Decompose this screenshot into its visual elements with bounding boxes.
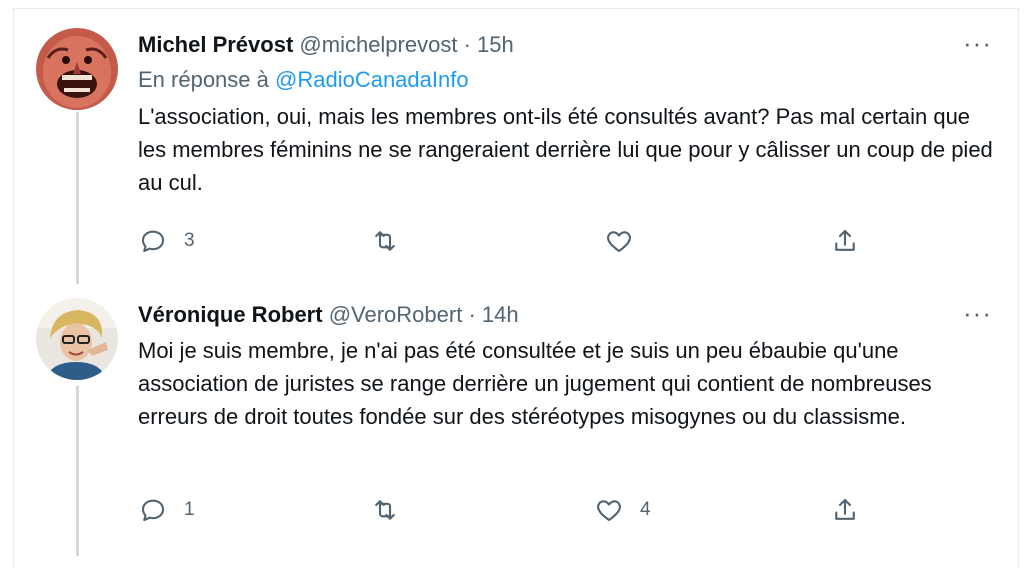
reply-button[interactable]: 1 (138, 495, 195, 525)
reply-count: 3 (184, 230, 195, 251)
tweet[interactable]: Véronique Robert @VeroRobert · 14h ··· M… (138, 298, 998, 433)
like-button[interactable] (604, 226, 634, 256)
reply-context: En réponse à @RadioCanadaInfo (138, 64, 998, 96)
author-handle[interactable]: @michelprevost (299, 32, 457, 57)
avatar-michel-prevost[interactable] (36, 28, 118, 110)
author-name[interactable]: Michel Prévost (138, 32, 293, 57)
reply-prefix: En réponse à (138, 67, 269, 92)
reply-count: 1 (184, 499, 195, 520)
retweet-icon (375, 500, 395, 520)
author-handle[interactable]: @VeroRobert (329, 302, 463, 327)
retweet-button[interactable] (370, 226, 400, 256)
tweet-time[interactable]: 14h (482, 302, 519, 327)
share-button[interactable] (830, 226, 860, 256)
share-icon (835, 498, 855, 520)
thread-line (76, 386, 79, 556)
share-button[interactable] (830, 495, 860, 525)
like-icon (607, 231, 631, 253)
reply-icon (141, 499, 165, 522)
like-count: 4 (640, 499, 651, 520)
like-icon (597, 500, 621, 522)
tweet-header: Véronique Robert @VeroRobert · 14h (138, 300, 998, 330)
more-icon[interactable]: ··· (963, 28, 992, 59)
tweet-header: Michel Prévost @michelprevost · 15h (138, 30, 998, 60)
separator: · (468, 302, 476, 327)
thread-line (76, 112, 79, 284)
tweet[interactable]: Michel Prévost @michelprevost · 15h ··· … (138, 28, 998, 199)
tweet-text: Moi je suis membre, je n'ai pas été cons… (138, 338, 932, 429)
tweet-actions: 3 (138, 226, 898, 266)
retweet-icon (375, 231, 395, 251)
tweet-time[interactable]: 15h (477, 32, 514, 57)
tweet-text: L'association, oui, mais les membres ont… (138, 104, 993, 195)
reply-icon (141, 230, 165, 253)
separator: · (463, 32, 471, 57)
reply-to-link[interactable]: @RadioCanadaInfo (275, 67, 469, 92)
reply-button[interactable]: 3 (138, 226, 195, 256)
avatar-veronique-robert[interactable] (36, 298, 118, 380)
tweet-actions: 1 4 (138, 495, 898, 535)
like-button[interactable]: 4 (594, 495, 651, 525)
author-name[interactable]: Véronique Robert (138, 302, 323, 327)
share-icon (835, 229, 855, 251)
more-icon[interactable]: ··· (963, 298, 992, 329)
retweet-button[interactable] (370, 495, 400, 525)
